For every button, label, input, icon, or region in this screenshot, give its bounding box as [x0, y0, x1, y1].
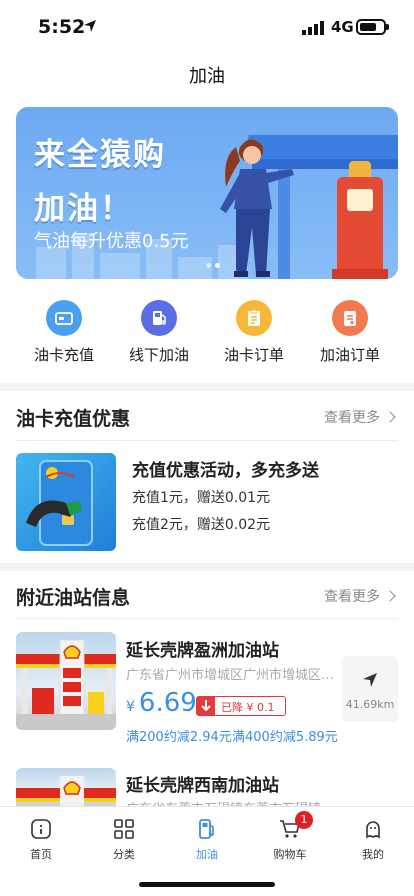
station-address: 广东省东莞市石碣镇东莞市石碣镇西...	[126, 798, 338, 806]
quick-action-offline-fuel[interactable]: 线下加油	[111, 300, 207, 365]
status-time: 5:52	[38, 16, 86, 38]
station-photo[interactable]	[16, 632, 116, 730]
cart-count-badge: 1	[295, 811, 313, 829]
pump-screen	[347, 189, 373, 211]
station-name[interactable]: 延长壳牌西南加油站	[126, 771, 279, 796]
station-photo[interactable]	[16, 768, 116, 806]
price-drop-badge: 已降 ¥ 0.1	[196, 696, 286, 716]
price-value: 6.69	[138, 688, 197, 718]
section-divider	[0, 383, 414, 391]
discount-tag: 满200约减2.94元	[126, 730, 232, 745]
price-drop-text: 已降 ¥ 0.1	[221, 701, 275, 714]
banner-subtitle: 气油每升优惠0.5元	[34, 231, 189, 252]
quick-action-card-orders[interactable]: 油卡订单	[206, 300, 302, 365]
fuel-pump-icon	[199, 819, 214, 839]
section-separator	[16, 440, 398, 441]
see-more-recharge-link[interactable]: 查看更多	[324, 407, 396, 427]
tab-fuel[interactable]: 加油	[166, 817, 248, 862]
home-indicator[interactable]	[139, 882, 275, 887]
carousel-dots	[206, 263, 226, 269]
quick-action-fuel-orders[interactable]: 加油订单	[302, 300, 398, 365]
battery-icon	[356, 19, 389, 35]
chevron-right-icon	[384, 411, 396, 423]
station-distance: 41.69km	[345, 698, 395, 711]
banner-headline-2: 加油！	[34, 191, 133, 227]
tab-home[interactable]: 首页	[0, 817, 82, 862]
fuel-card-illustration	[26, 460, 93, 546]
fuel-pump-icon	[141, 300, 177, 336]
card-icon	[46, 300, 82, 336]
navigate-button[interactable]: 41.69km	[342, 656, 398, 722]
promo-line: 充值1元，赠送0.01元	[132, 490, 271, 506]
tab-label: 我的	[362, 848, 384, 861]
see-more-label: 查看更多	[324, 410, 380, 426]
promo-banner[interactable]: 来全猿购 加油！ 气油每升优惠0.5元	[16, 107, 398, 279]
section-title-stations: 附近油站信息	[16, 587, 131, 609]
promo-title: 充值优惠活动，多充多送	[132, 461, 319, 481]
chevron-right-icon	[384, 590, 396, 602]
section-divider	[0, 563, 414, 571]
tab-category[interactable]: 分类	[83, 817, 165, 862]
station-name[interactable]: 延长壳牌盈洲加油站	[126, 636, 279, 661]
shell-station-illustration	[16, 776, 116, 806]
status-bar: 5:52 4G	[0, 0, 414, 52]
fuel-card-promo-image[interactable]	[16, 453, 116, 551]
see-more-stations-link[interactable]: 查看更多	[324, 586, 396, 606]
discount-tag: 满400约减5.89元	[232, 730, 338, 745]
network-type: 4G	[331, 18, 354, 36]
tab-label: 加油	[196, 848, 218, 861]
station-address: 广东省广州市增城区广州市增城区朱...	[126, 668, 338, 683]
tab-label: 购物车	[273, 848, 307, 861]
page-title: 加油	[189, 66, 225, 87]
document-icon	[332, 300, 368, 336]
see-more-label: 查看更多	[324, 589, 380, 605]
grid-icon	[114, 819, 134, 839]
home-icon	[31, 819, 51, 839]
section-separator	[16, 618, 398, 619]
currency-symbol: ¥	[126, 699, 135, 715]
navigation-arrow-icon	[363, 673, 377, 687]
attendant-illustration	[220, 139, 294, 277]
banner-headline: 来全猿购	[34, 137, 166, 173]
quick-action-label: 油卡订单	[223, 346, 284, 364]
quick-action-label: 加油订单	[319, 346, 380, 364]
quick-action-label: 油卡充值	[33, 346, 94, 364]
promo-line: 充值2元，赠送0.02元	[132, 517, 271, 533]
section-title-recharge: 油卡充值优惠	[16, 408, 131, 430]
arrow-down-icon	[197, 697, 215, 715]
carousel-dot	[206, 263, 211, 268]
quick-action-card-recharge[interactable]: 油卡充值	[16, 300, 112, 365]
tab-label: 分类	[113, 848, 135, 861]
tab-cart[interactable]: 1 购物车	[249, 811, 331, 862]
shell-station-illustration	[16, 639, 116, 730]
signal-icon	[302, 21, 324, 35]
tab-label: 首页	[30, 848, 52, 861]
clipboard-icon	[236, 300, 272, 336]
carousel-dot-active	[215, 263, 220, 268]
station-price: ¥6.69	[126, 688, 197, 718]
location-arrow-icon	[84, 20, 96, 32]
quick-action-label: 线下加油	[128, 346, 189, 364]
pump-base	[332, 269, 388, 279]
user-icon	[366, 821, 380, 839]
tab-profile[interactable]: 我的	[332, 817, 414, 862]
